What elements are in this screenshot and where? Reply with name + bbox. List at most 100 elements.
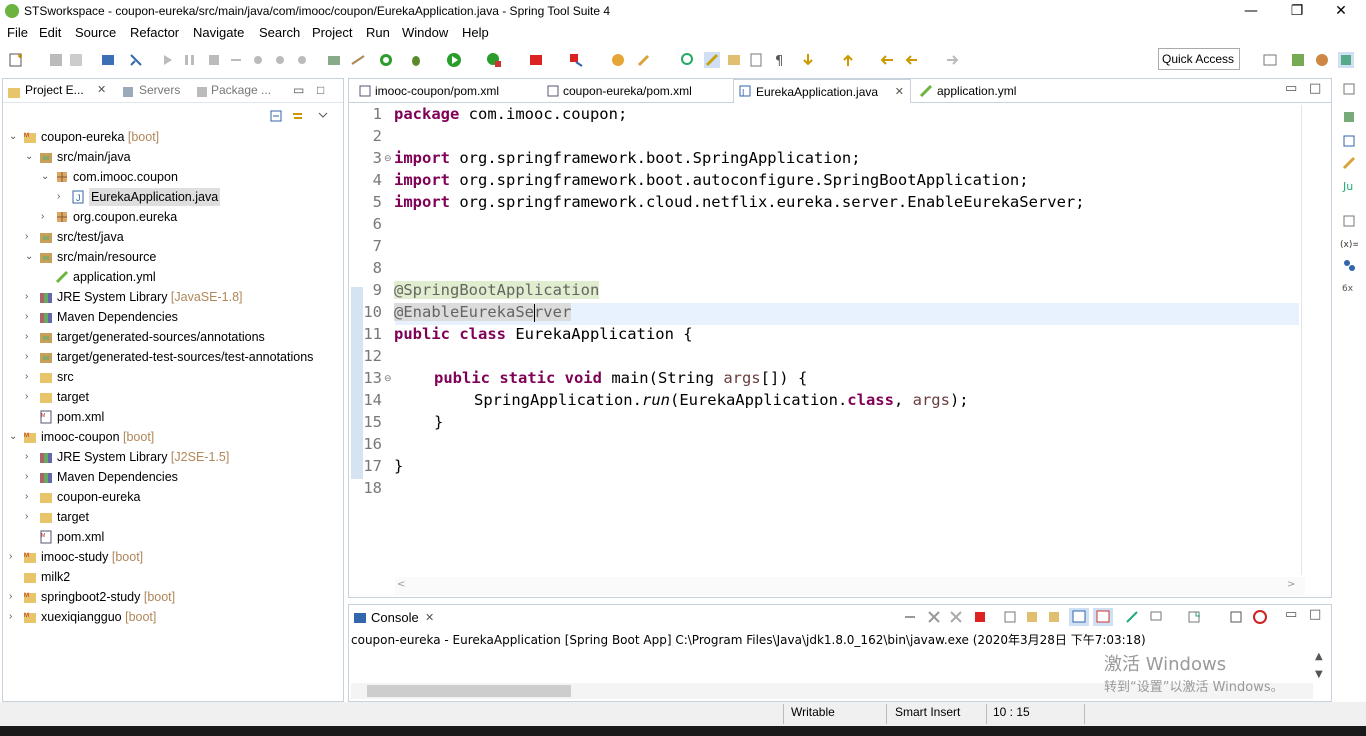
quick-access-field[interactable]: Quick Access (1158, 48, 1240, 70)
collapsed-chevron-icon[interactable]: › (25, 292, 35, 302)
menu-file[interactable]: File (7, 25, 28, 40)
code-line[interactable]: SpringApplication.run(EurekaApplication.… (474, 391, 969, 409)
tree-item[interactable]: Mpom.xml (3, 527, 341, 547)
save-icon[interactable] (48, 52, 64, 68)
display-console-icon[interactable] (1149, 610, 1163, 624)
code-line[interactable]: import org.springframework.boot.autoconf… (394, 171, 1029, 189)
maximize-editor-icon[interactable]: □ (1309, 81, 1321, 96)
collapsed-chevron-icon[interactable]: › (25, 492, 35, 502)
collapsed-chevron-icon[interactable]: › (25, 312, 35, 322)
menu-source[interactable]: Source (75, 25, 116, 40)
tree-item[interactable]: › src (3, 367, 341, 387)
tree-item[interactable]: › coupon-eureka (3, 487, 341, 507)
show-whitespace-icon[interactable]: ¶ (772, 52, 788, 68)
code-line[interactable]: @EnableEurekaServer (394, 303, 572, 321)
tree-item[interactable]: › target/generated-test-sources/test-anno… (3, 347, 341, 367)
tree-item[interactable]: › target/generated-sources/annotations (3, 327, 341, 347)
tree-item[interactable]: ⌄ src/main/java (3, 147, 341, 167)
next-annotation-icon[interactable] (800, 52, 816, 68)
prev-annotation-icon[interactable] (840, 52, 856, 68)
clear-console-icon[interactable] (1003, 610, 1017, 624)
tab-application-yml[interactable]: application.yml (915, 79, 1045, 103)
resume-icon[interactable] (160, 52, 176, 68)
code-line[interactable]: } (394, 457, 403, 475)
new-boot-project-icon[interactable] (350, 52, 366, 68)
menu-edit[interactable]: Edit (39, 25, 61, 40)
open-type-icon[interactable] (610, 52, 626, 68)
tab-imooc-coupon-pom[interactable]: imooc-coupon/pom.xml (353, 79, 535, 103)
tree-item[interactable]: › J EurekaApplication.java (3, 187, 341, 207)
scroll-left-icon[interactable]: < (397, 579, 405, 590)
java-doc-icon[interactable] (1342, 134, 1356, 148)
expanded-chevron-icon[interactable]: ⌄ (41, 172, 51, 182)
menu-refactor[interactable]: Refactor (130, 25, 179, 40)
expanded-chevron-icon[interactable]: ⌄ (9, 432, 19, 442)
tree-item[interactable]: › Mimooc-study [boot] (3, 547, 341, 567)
boot-dashboard-icon[interactable] (326, 52, 342, 68)
tree-item[interactable]: milk2 (3, 567, 341, 587)
expanded-chevron-icon[interactable]: ⌄ (25, 152, 35, 162)
last-edit-icon[interactable] (880, 52, 896, 68)
word-wrap-console-icon[interactable] (1047, 610, 1061, 624)
editor-hscrollbar[interactable] (395, 577, 1305, 595)
coverage-icon[interactable] (486, 52, 502, 68)
tree-item[interactable]: › Maven Dependencies (3, 467, 341, 487)
menu-search[interactable]: Search (259, 25, 300, 40)
code-line[interactable]: import org.springframework.boot.SpringAp… (394, 149, 861, 167)
external-tools-icon[interactable] (568, 52, 584, 68)
annotation-icon[interactable] (680, 52, 696, 68)
open-console-icon[interactable] (1187, 610, 1201, 624)
tree-item[interactable]: › Mspringboot2-study [boot] (3, 587, 341, 607)
tree-item[interactable]: › target (3, 507, 341, 527)
tree-item[interactable]: › target (3, 387, 341, 407)
code-line[interactable]: public class EurekaApplication { (394, 325, 693, 343)
scroll-lock-icon[interactable] (1025, 610, 1039, 624)
new-icon[interactable] (8, 52, 24, 68)
step-into-icon[interactable] (250, 52, 266, 68)
collapsed-chevron-icon[interactable]: › (9, 552, 19, 562)
console-scroll-thumb[interactable] (367, 685, 571, 697)
save-all-icon[interactable] (68, 52, 84, 68)
disconnect-icon[interactable] (228, 52, 244, 68)
collapsed-chevron-icon[interactable]: › (57, 192, 67, 202)
skip-breakpoints-icon[interactable] (128, 52, 144, 68)
remove-all-icon[interactable] (949, 610, 963, 624)
link-icon[interactable] (903, 610, 917, 624)
code-line[interactable]: import org.springframework.cloud.netflix… (394, 193, 1085, 211)
code-line[interactable]: package com.imooc.coupon; (394, 105, 627, 123)
tree-item[interactable]: › Maven Dependencies (3, 307, 341, 327)
fold-toggle-icon[interactable]: ⊖ (384, 154, 392, 164)
scroll-right-icon[interactable]: > (1287, 579, 1295, 590)
close-tab-icon[interactable]: ✕ (895, 80, 904, 104)
tree-item[interactable]: ⌄ com.imooc.coupon (3, 167, 341, 187)
scroll-up-icon[interactable]: ▲ (1315, 651, 1323, 662)
search-icon[interactable] (636, 52, 652, 68)
tab-servers[interactable]: Servers (139, 83, 180, 97)
breakpoints-icon[interactable] (1342, 258, 1356, 272)
forward-icon[interactable] (944, 52, 960, 68)
collapse-all-icon[interactable] (269, 109, 283, 123)
back-icon[interactable] (904, 52, 920, 68)
maximize-console-icon[interactable]: □ (1309, 607, 1321, 622)
collapsed-chevron-icon[interactable]: › (9, 612, 19, 622)
view-menu-icon[interactable] (317, 109, 329, 121)
show-on-stdout-icon[interactable] (1069, 608, 1089, 626)
expanded-chevron-icon[interactable]: ⌄ (9, 132, 19, 142)
fold-toggle-icon[interactable]: ⊖ (384, 374, 392, 384)
minimize-button[interactable]: — (1228, 0, 1274, 24)
code-line[interactable]: public static void main(String args[]) { (434, 369, 807, 387)
tree-item[interactable]: ⌄ Mimooc-coupon [boot] (3, 427, 341, 447)
open-perspective-icon[interactable] (1262, 52, 1278, 68)
minimize-console-icon[interactable]: ▭ (1285, 607, 1297, 622)
menu-project[interactable]: Project (312, 25, 352, 40)
menu-help[interactable]: Help (462, 25, 489, 40)
run-icon[interactable] (446, 52, 462, 68)
menu-navigate[interactable]: Navigate (193, 25, 244, 40)
block-selection-icon[interactable] (726, 52, 742, 68)
terminate-icon[interactable] (206, 52, 222, 68)
restore-button[interactable]: ❐ (1274, 0, 1320, 24)
collapsed-chevron-icon[interactable]: › (9, 592, 19, 602)
tab-project-explorer[interactable]: Project E... (25, 83, 84, 97)
tree-item[interactable]: ⌄ Mcoupon-eureka [boot] (3, 127, 341, 147)
close-button[interactable]: ✕ (1318, 0, 1364, 24)
